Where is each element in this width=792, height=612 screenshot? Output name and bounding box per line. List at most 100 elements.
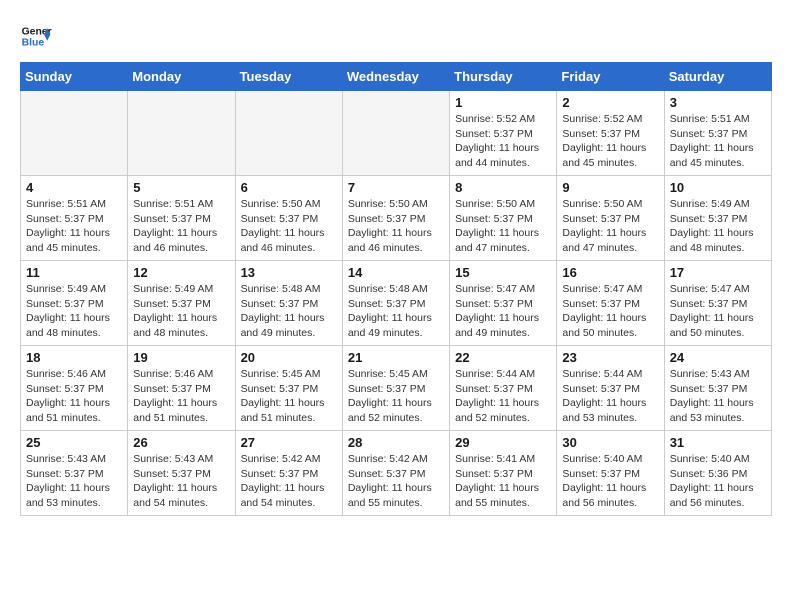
weekday-header-wednesday: Wednesday: [342, 63, 449, 91]
calendar-cell: 27 Sunrise: 5:42 AMSunset: 5:37 PMDayligh…: [235, 431, 342, 516]
day-number: 24: [670, 350, 766, 365]
week-row-4: 18 Sunrise: 5:46 AMSunset: 5:37 PMDayligh…: [21, 346, 772, 431]
day-info: Sunrise: 5:51 AMSunset: 5:37 PMDaylight:…: [133, 197, 229, 256]
day-info: Sunrise: 5:49 AMSunset: 5:37 PMDaylight:…: [670, 197, 766, 256]
calendar-cell: 22 Sunrise: 5:44 AMSunset: 5:37 PMDayligh…: [450, 346, 557, 431]
day-number: 28: [348, 435, 444, 450]
logo: General Blue: [20, 20, 52, 52]
day-number: 9: [562, 180, 658, 195]
day-info: Sunrise: 5:42 AMSunset: 5:37 PMDaylight:…: [348, 452, 444, 511]
calendar-cell: 1 Sunrise: 5:52 AMSunset: 5:37 PMDaylight…: [450, 91, 557, 176]
calendar-cell: 8Sunrise: 5:50 AMSunset: 5:37 PMDaylight…: [450, 176, 557, 261]
day-info: Sunrise: 5:43 AMSunset: 5:37 PMDaylight:…: [26, 452, 122, 511]
day-info: Sunrise: 5:47 AMSunset: 5:37 PMDaylight:…: [670, 282, 766, 341]
weekday-header-saturday: Saturday: [664, 63, 771, 91]
calendar-cell: [128, 91, 235, 176]
day-info: Sunrise: 5:43 AMSunset: 5:37 PMDaylight:…: [133, 452, 229, 511]
calendar-cell: 25 Sunrise: 5:43 AMSunset: 5:37 PMDayligh…: [21, 431, 128, 516]
day-info: Sunrise: 5:40 AMSunset: 5:36 PMDaylight:…: [670, 452, 766, 511]
weekday-header-friday: Friday: [557, 63, 664, 91]
day-number: 25: [26, 435, 122, 450]
week-row-3: 11 Sunrise: 5:49 AMSunset: 5:37 PMDayligh…: [21, 261, 772, 346]
day-number: 12: [133, 265, 229, 280]
calendar-cell: 12 Sunrise: 5:49 AMSunset: 5:37 PMDayligh…: [128, 261, 235, 346]
calendar-cell: 17Sunrise: 5:47 AMSunset: 5:37 PMDayligh…: [664, 261, 771, 346]
day-info: Sunrise: 5:44 AMSunset: 5:37 PMDaylight:…: [562, 367, 658, 426]
day-number: 3: [670, 95, 766, 110]
day-info: Sunrise: 5:49 AMSunset: 5:37 PMDaylight:…: [26, 282, 122, 341]
svg-text:Blue: Blue: [22, 38, 45, 49]
day-info: Sunrise: 5:45 AMSunset: 5:37 PMDaylight:…: [348, 367, 444, 426]
day-number: 15: [455, 265, 551, 280]
day-number: 23: [562, 350, 658, 365]
week-row-1: 1 Sunrise: 5:52 AMSunset: 5:37 PMDaylight…: [21, 91, 772, 176]
day-number: 6: [241, 180, 337, 195]
day-number: 16: [562, 265, 658, 280]
week-row-2: 4 Sunrise: 5:51 AMSunset: 5:37 PMDaylight…: [21, 176, 772, 261]
calendar-cell: [21, 91, 128, 176]
day-number: 20: [241, 350, 337, 365]
day-number: 8: [455, 180, 551, 195]
calendar-cell: 24 Sunrise: 5:43 AMSunset: 5:37 PMDayligh…: [664, 346, 771, 431]
logo-icon: General Blue: [20, 20, 52, 52]
calendar-cell: 29 Sunrise: 5:41 AMSunset: 5:37 PMDayligh…: [450, 431, 557, 516]
day-number: 5: [133, 180, 229, 195]
day-info: Sunrise: 5:51 AMSunset: 5:37 PMDaylight:…: [670, 112, 766, 171]
calendar-cell: 20 Sunrise: 5:45 AMSunset: 5:37 PMDayligh…: [235, 346, 342, 431]
day-info: Sunrise: 5:49 AMSunset: 5:37 PMDaylight:…: [133, 282, 229, 341]
day-number: 1: [455, 95, 551, 110]
day-info: Sunrise: 5:44 AMSunset: 5:37 PMDaylight:…: [455, 367, 551, 426]
weekday-header-row: SundayMondayTuesdayWednesdayThursdayFrid…: [21, 63, 772, 91]
weekday-header-sunday: Sunday: [21, 63, 128, 91]
calendar-cell: 6 Sunrise: 5:50 AMSunset: 5:37 PMDaylight…: [235, 176, 342, 261]
calendar-cell: 5 Sunrise: 5:51 AMSunset: 5:37 PMDaylight…: [128, 176, 235, 261]
day-info: Sunrise: 5:43 AMSunset: 5:37 PMDaylight:…: [670, 367, 766, 426]
day-info: Sunrise: 5:45 AMSunset: 5:37 PMDaylight:…: [241, 367, 337, 426]
weekday-header-thursday: Thursday: [450, 63, 557, 91]
day-info: Sunrise: 5:47 AMSunset: 5:37 PMDaylight:…: [455, 282, 551, 341]
calendar-cell: 4Sunrise: 5:51 AMSunset: 5:37 PMDaylight…: [21, 176, 128, 261]
day-number: 29: [455, 435, 551, 450]
day-number: 22: [455, 350, 551, 365]
day-number: 4: [26, 180, 122, 195]
day-number: 27: [241, 435, 337, 450]
calendar-cell: 7 Sunrise: 5:50 AMSunset: 5:37 PMDaylight…: [342, 176, 449, 261]
calendar-cell: [342, 91, 449, 176]
day-info: Sunrise: 5:48 AMSunset: 5:37 PMDaylight:…: [241, 282, 337, 341]
calendar-cell: 11 Sunrise: 5:49 AMSunset: 5:37 PMDayligh…: [21, 261, 128, 346]
day-number: 13: [241, 265, 337, 280]
calendar-cell: 18 Sunrise: 5:46 AMSunset: 5:37 PMDayligh…: [21, 346, 128, 431]
day-info: Sunrise: 5:41 AMSunset: 5:37 PMDaylight:…: [455, 452, 551, 511]
day-info: Sunrise: 5:50 AMSunset: 5:37 PMDaylight:…: [562, 197, 658, 256]
calendar-cell: 31Sunrise: 5:40 AMSunset: 5:36 PMDayligh…: [664, 431, 771, 516]
day-info: Sunrise: 5:50 AMSunset: 5:37 PMDaylight:…: [348, 197, 444, 256]
weekday-header-tuesday: Tuesday: [235, 63, 342, 91]
calendar-cell: 30Sunrise: 5:40 AMSunset: 5:37 PMDayligh…: [557, 431, 664, 516]
calendar-cell: 13 Sunrise: 5:48 AMSunset: 5:37 PMDayligh…: [235, 261, 342, 346]
day-number: 26: [133, 435, 229, 450]
calendar-cell: 28 Sunrise: 5:42 AMSunset: 5:37 PMDayligh…: [342, 431, 449, 516]
calendar-cell: 14 Sunrise: 5:48 AMSunset: 5:37 PMDayligh…: [342, 261, 449, 346]
calendar-cell: [235, 91, 342, 176]
day-number: 18: [26, 350, 122, 365]
day-number: 2: [562, 95, 658, 110]
day-number: 21: [348, 350, 444, 365]
day-number: 14: [348, 265, 444, 280]
calendar-cell: 26 Sunrise: 5:43 AMSunset: 5:37 PMDayligh…: [128, 431, 235, 516]
calendar-cell: 3 Sunrise: 5:51 AMSunset: 5:37 PMDaylight…: [664, 91, 771, 176]
day-info: Sunrise: 5:48 AMSunset: 5:37 PMDaylight:…: [348, 282, 444, 341]
day-info: Sunrise: 5:50 AMSunset: 5:37 PMDaylight:…: [241, 197, 337, 256]
day-info: Sunrise: 5:52 AMSunset: 5:37 PMDaylight:…: [455, 112, 551, 171]
page-header: General Blue: [20, 20, 772, 52]
calendar-cell: 21 Sunrise: 5:45 AMSunset: 5:37 PMDayligh…: [342, 346, 449, 431]
day-number: 11: [26, 265, 122, 280]
calendar-cell: 10 Sunrise: 5:49 AMSunset: 5:37 PMDayligh…: [664, 176, 771, 261]
day-number: 7: [348, 180, 444, 195]
day-number: 30: [562, 435, 658, 450]
day-number: 10: [670, 180, 766, 195]
calendar-cell: 2Sunrise: 5:52 AMSunset: 5:37 PMDaylight…: [557, 91, 664, 176]
calendar-table: SundayMondayTuesdayWednesdayThursdayFrid…: [20, 62, 772, 516]
calendar-cell: 9 Sunrise: 5:50 AMSunset: 5:37 PMDaylight…: [557, 176, 664, 261]
day-info: Sunrise: 5:42 AMSunset: 5:37 PMDaylight:…: [241, 452, 337, 511]
day-info: Sunrise: 5:46 AMSunset: 5:37 PMDaylight:…: [26, 367, 122, 426]
